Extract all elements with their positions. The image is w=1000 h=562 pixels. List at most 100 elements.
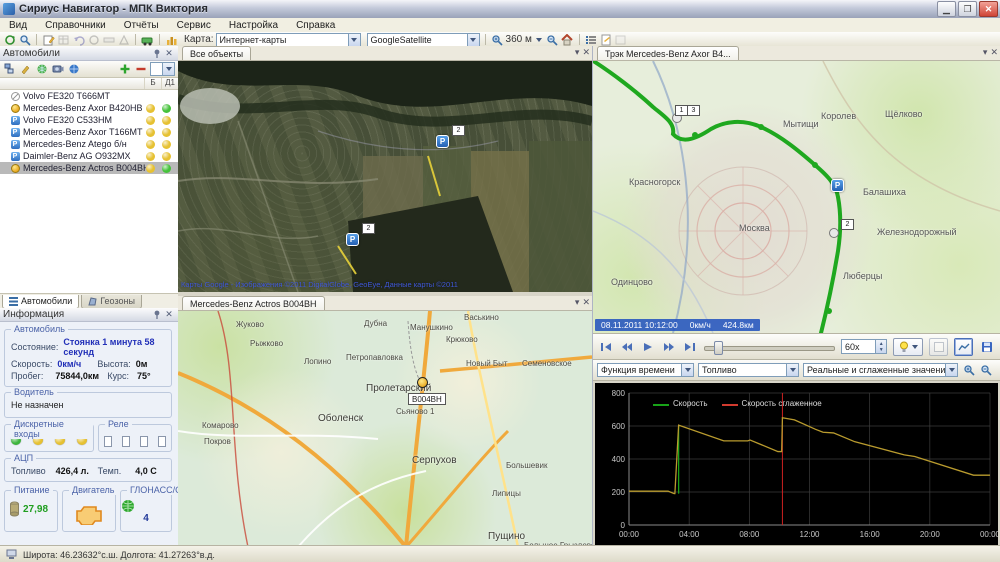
track-position-slider[interactable] bbox=[704, 340, 835, 354]
chart-icon[interactable] bbox=[165, 34, 178, 46]
chart-parameter-combo[interactable]: Топливо bbox=[698, 363, 799, 377]
close-button[interactable]: ✕ bbox=[979, 1, 998, 17]
map-provider-combo[interactable]: Интернет-карты bbox=[216, 33, 361, 47]
chart-zoom-out-icon[interactable] bbox=[979, 364, 992, 376]
parking-marker[interactable]: P bbox=[831, 179, 844, 192]
vehicle-icon[interactable] bbox=[141, 34, 154, 46]
bulb-dropdown-button[interactable] bbox=[893, 338, 923, 356]
menu-nastroika[interactable]: Настройка bbox=[220, 20, 287, 31]
vehicle-row[interactable]: Volvo FE320 Т666МТ bbox=[0, 90, 178, 102]
vehicle-row[interactable]: P Mercedes-Benz Atego б/н bbox=[0, 138, 178, 150]
tab-geozones[interactable]: Геозоны bbox=[81, 295, 142, 309]
menu-spravka[interactable]: Справка bbox=[287, 20, 344, 31]
skip-end-icon[interactable] bbox=[683, 340, 698, 354]
search-icon[interactable] bbox=[18, 34, 31, 46]
vehicle-row[interactable]: P Volvo FE320 С533НМ bbox=[0, 114, 178, 126]
menu-servis[interactable]: Сервис bbox=[168, 20, 220, 31]
add-icon[interactable] bbox=[118, 63, 131, 75]
close-icon[interactable]: ✕ bbox=[163, 48, 175, 59]
parking-marker[interactable]: P bbox=[436, 135, 449, 148]
tab-actros-map[interactable]: Mercedes-Benz Actros В004ВН bbox=[182, 296, 325, 310]
tab-close-icon[interactable]: ✕ bbox=[582, 47, 590, 58]
minimize-button[interactable]: ▁ bbox=[937, 1, 956, 17]
map-scale-value[interactable]: 360 м bbox=[506, 34, 532, 45]
scale-caret-icon[interactable] bbox=[536, 38, 542, 42]
play-icon[interactable] bbox=[641, 340, 656, 354]
chart-toggle-button[interactable] bbox=[954, 338, 973, 356]
home-icon[interactable] bbox=[561, 34, 574, 46]
paint-icon[interactable] bbox=[19, 63, 32, 75]
skip-start-icon[interactable] bbox=[599, 340, 614, 354]
chart-zoom-in-icon[interactable] bbox=[962, 364, 975, 376]
pin-icon[interactable] bbox=[151, 48, 163, 59]
tab-vehicles[interactable]: Автомобили bbox=[2, 295, 79, 309]
waypoint-badge-2[interactable]: 2 bbox=[841, 219, 854, 230]
menu-otchety[interactable]: Отчёты bbox=[115, 20, 168, 31]
vehicle-row[interactable]: P Daimler-Benz AG О932МХ bbox=[0, 150, 178, 162]
region-road-map[interactable]: Дубна Манушкино Васькино Крюково Петропа… bbox=[178, 311, 592, 547]
grid-icon[interactable] bbox=[57, 34, 70, 46]
map-layer-combo[interactable]: GoogleSatellite bbox=[367, 33, 480, 47]
chart-mode-combo[interactable]: Функция времени bbox=[597, 363, 694, 377]
chevron-down-icon[interactable] bbox=[348, 34, 360, 46]
globe2-icon[interactable] bbox=[67, 63, 80, 75]
chart-panel[interactable]: 020040060080000:0004:0008:0012:0016:0020… bbox=[593, 381, 1000, 549]
chevron-down-icon[interactable] bbox=[786, 364, 798, 376]
slider-thumb[interactable] bbox=[714, 341, 723, 355]
waypoint-badge[interactable]: 2 bbox=[452, 125, 465, 136]
restore-button[interactable]: ❐ bbox=[958, 1, 977, 17]
vehicle-row[interactable]: Mercedes-Benz Axor В420НВ bbox=[0, 102, 178, 114]
marker-icon[interactable] bbox=[117, 34, 130, 46]
chevron-down-icon[interactable] bbox=[162, 63, 174, 75]
parking-marker[interactable]: P bbox=[346, 233, 359, 246]
refresh-icon[interactable] bbox=[3, 34, 16, 46]
relay-checkbox-1[interactable] bbox=[104, 436, 112, 447]
column-d1[interactable]: Д1 bbox=[161, 78, 178, 89]
edit-notes-icon[interactable] bbox=[42, 34, 55, 46]
waypoint-badge[interactable]: 2 bbox=[362, 223, 375, 234]
tab-close-icon[interactable]: ✕ bbox=[990, 47, 998, 58]
rewind-icon[interactable] bbox=[620, 340, 635, 354]
waypoint-badge-3[interactable]: 3 bbox=[687, 105, 700, 116]
remove-icon[interactable] bbox=[134, 63, 147, 75]
globe-icon[interactable] bbox=[35, 63, 48, 75]
vehicle-row-selected[interactable]: Mercedes-Benz Actros В004ВН bbox=[0, 162, 178, 174]
relay-checkbox-4[interactable] bbox=[158, 436, 166, 447]
menu-spravochniki[interactable]: Справочники bbox=[36, 20, 115, 31]
group-icon[interactable] bbox=[3, 63, 16, 75]
tab-close-icon[interactable]: ✕ bbox=[582, 297, 590, 308]
zoom-out-icon[interactable] bbox=[546, 34, 559, 46]
list-icon[interactable] bbox=[585, 34, 598, 46]
tab-dropdown-icon[interactable]: ▾ bbox=[983, 47, 988, 58]
tab-dropdown-icon[interactable]: ▾ bbox=[575, 47, 580, 58]
track-map[interactable]: 1 3 2 P Королев Щёлково Мытищи Красногор… bbox=[593, 61, 1000, 333]
chart-values-combo[interactable]: Реальные и сглаженные значени bbox=[803, 363, 958, 377]
vehicle-row[interactable]: P Mercedes-Benz Axor Т166МТ bbox=[0, 126, 178, 138]
fast-forward-icon[interactable] bbox=[662, 340, 677, 354]
camera-icon[interactable] bbox=[51, 63, 64, 75]
pin-icon[interactable] bbox=[151, 309, 163, 320]
relay-checkbox-3[interactable] bbox=[140, 436, 148, 447]
ruler-icon[interactable] bbox=[102, 34, 115, 46]
zoom-in-icon[interactable] bbox=[491, 34, 504, 46]
save-icon[interactable] bbox=[979, 340, 994, 354]
report-page-icon[interactable] bbox=[600, 34, 613, 46]
undo-icon[interactable] bbox=[72, 34, 85, 46]
chevron-down-icon[interactable] bbox=[945, 364, 957, 376]
tab-track[interactable]: Трэк Mercedes-Benz Axor В4... bbox=[597, 46, 739, 60]
tab-all-objects[interactable]: Все объекты bbox=[182, 46, 251, 60]
tab-dropdown-icon[interactable]: ▾ bbox=[575, 297, 580, 308]
list-view-combo[interactable] bbox=[150, 62, 175, 76]
stop-icon[interactable] bbox=[87, 34, 100, 46]
playback-speed-spinner[interactable]: 60x ▲▼ bbox=[841, 339, 887, 354]
menu-vid[interactable]: Вид bbox=[0, 20, 36, 31]
relay-checkbox-2[interactable] bbox=[122, 436, 130, 447]
close-icon[interactable]: ✕ bbox=[163, 309, 175, 320]
column-b[interactable]: Б bbox=[144, 78, 161, 89]
satellite-map[interactable]: P 2 P 2 Карты Google - Изображения ©2011… bbox=[178, 61, 592, 292]
vehicle-plate-label[interactable]: В004ВН bbox=[408, 393, 446, 405]
empty-toggle-button[interactable] bbox=[929, 338, 948, 356]
chevron-down-icon[interactable] bbox=[467, 34, 479, 46]
chevron-down-icon[interactable] bbox=[681, 364, 693, 376]
vehicle-marker[interactable] bbox=[417, 377, 428, 388]
